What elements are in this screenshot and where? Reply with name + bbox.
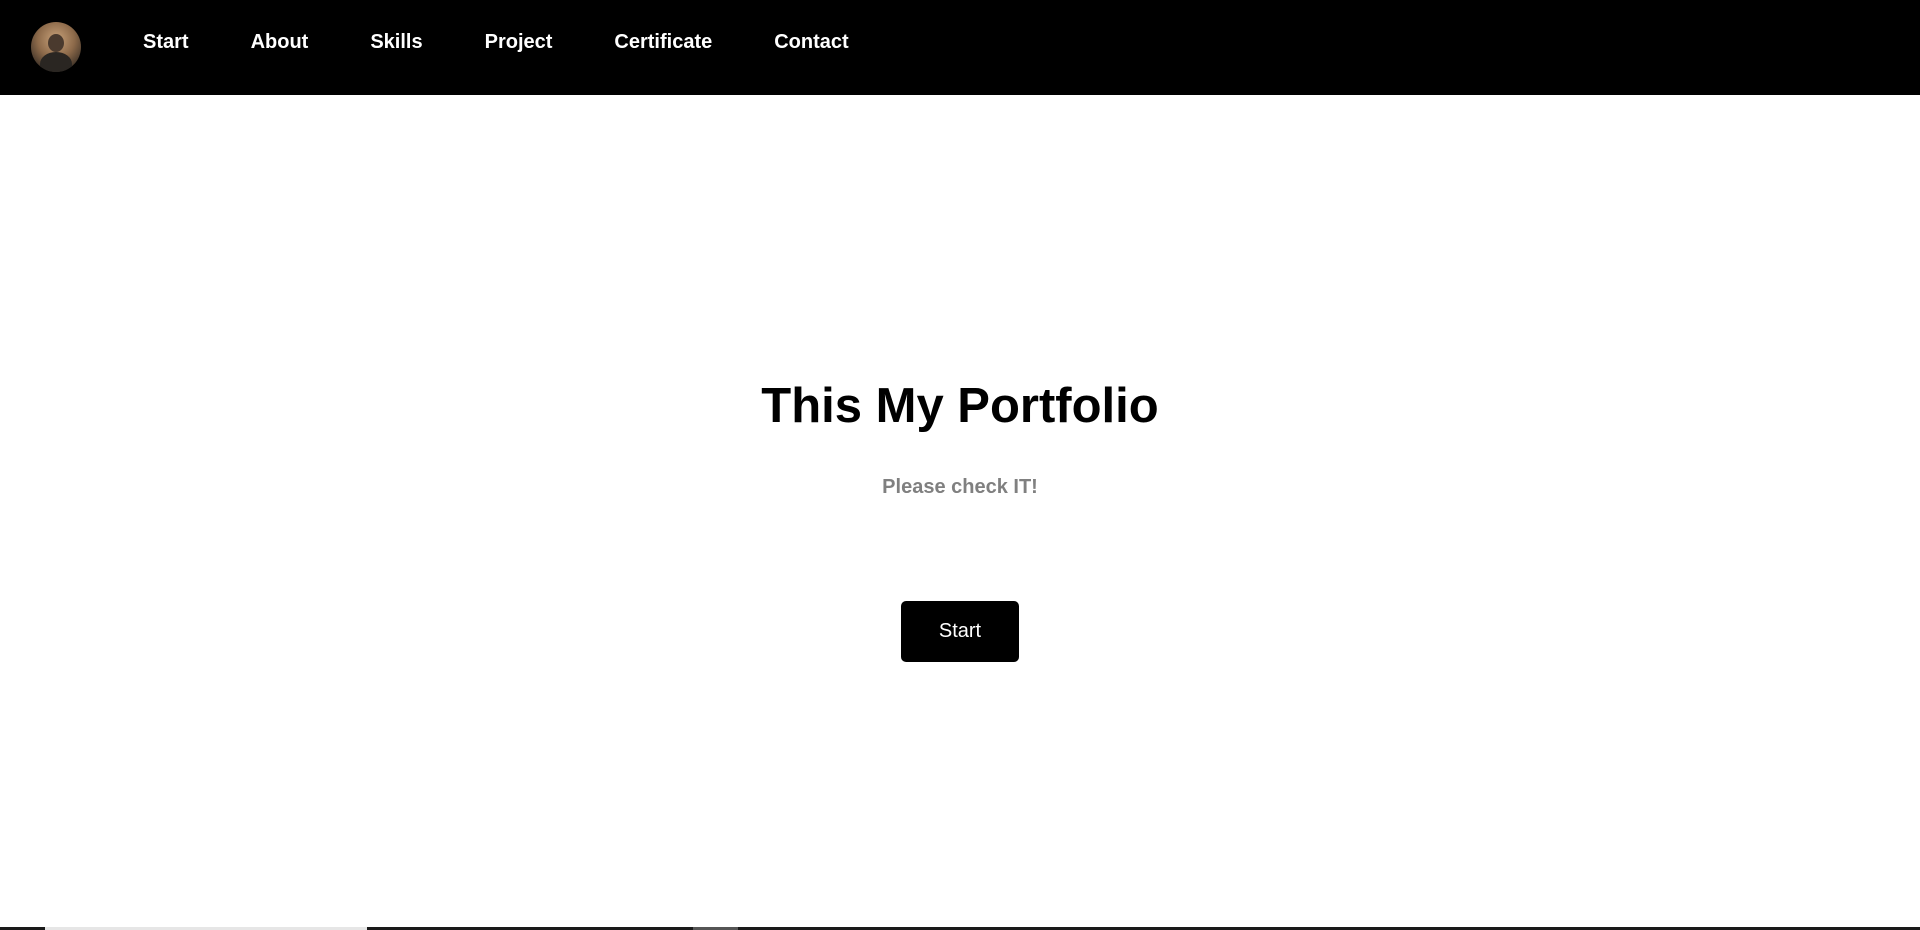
- hero-title: This My Portfolio: [761, 379, 1159, 433]
- avatar-head-shape: [48, 34, 64, 52]
- nav-links: Start About Skills Project Certificate C…: [143, 0, 911, 85]
- start-button[interactable]: Start: [901, 601, 1019, 662]
- nav-link-about[interactable]: About: [251, 31, 309, 54]
- nav-link-skills[interactable]: Skills: [370, 31, 422, 54]
- nav-link-project[interactable]: Project: [485, 31, 553, 54]
- nav-link-start[interactable]: Start: [143, 31, 189, 54]
- nav-link-certificate[interactable]: Certificate: [614, 31, 712, 54]
- top-navbar: Start About Skills Project Certificate C…: [0, 0, 1920, 95]
- hero-subtitle: Please check IT!: [882, 476, 1038, 498]
- nav-link-contact[interactable]: Contact: [774, 31, 848, 54]
- avatar-icon[interactable]: [31, 22, 81, 72]
- avatar-body-shape: [40, 52, 72, 72]
